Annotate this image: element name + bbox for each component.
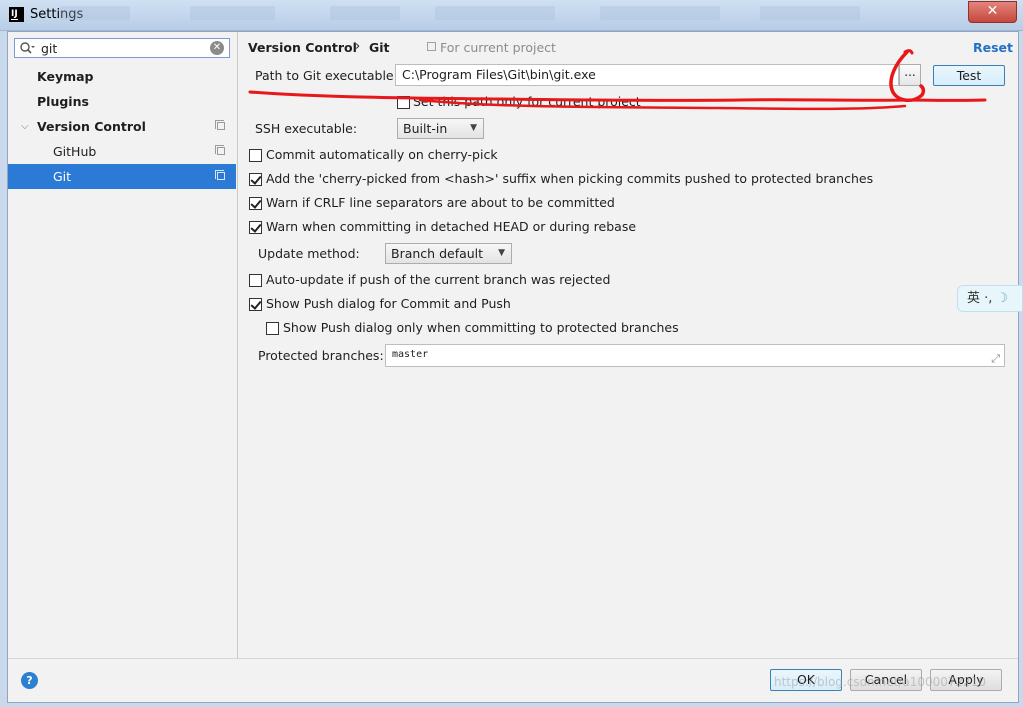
show-push-protected-label: Show Push dialog only when committing to… (283, 320, 679, 335)
warn-crlf-label: Warn if CRLF line separators are about t… (266, 195, 615, 210)
sidebar-item-label: Plugins (37, 94, 89, 109)
commit-on-cherry-pick-label: Commit automatically on cherry-pick (266, 147, 498, 162)
protected-branches-label: Protected branches: (258, 348, 384, 363)
search-icon (20, 42, 35, 54)
help-icon[interactable]: ? (21, 672, 38, 689)
sidebar-item-label: Git (53, 169, 72, 184)
expand-icon[interactable]: ⤢ (991, 349, 1000, 369)
sidebar-item-git[interactable]: Git (8, 164, 236, 189)
clear-search-icon[interactable]: ✕ (210, 41, 224, 55)
auto-update-label: Auto-update if push of the current branc… (266, 272, 611, 287)
chevron-down-icon: ▼ (470, 123, 477, 133)
show-push-dialog-label: Show Push dialog for Commit and Push (266, 296, 511, 311)
chevron-down-icon[interactable]: ⌵ (21, 114, 29, 139)
project-scope-icon (215, 170, 225, 180)
settings-search-input[interactable]: git ✕ (14, 38, 230, 58)
sidebar-item-version-control[interactable]: ⌵ Version Control (8, 114, 236, 139)
browse-button[interactable]: ... (899, 64, 921, 86)
warn-detached-head-checkbox[interactable] (249, 221, 262, 234)
sidebar-item-label: Version Control (37, 119, 146, 134)
background-editor-tabs (60, 4, 880, 24)
ime-text: 英 ·, (967, 291, 993, 306)
breadcrumb-separator: › (355, 39, 361, 54)
breadcrumb-parent: Version Control (248, 40, 357, 55)
git-path-label: Path to Git executable: (255, 68, 398, 83)
commit-on-cherry-pick-checkbox[interactable] (249, 149, 262, 162)
auto-update-checkbox[interactable] (249, 274, 262, 287)
protected-branches-value: master (392, 349, 429, 360)
ssh-executable-label: SSH executable: (255, 121, 358, 136)
settings-sidebar: git ✕ Keymap Plugins ⌵ Version Control G… (8, 32, 238, 658)
project-scope-icon (215, 145, 225, 155)
sidebar-item-plugins[interactable]: Plugins (8, 89, 236, 114)
show-push-dialog-checkbox[interactable] (249, 298, 262, 311)
git-settings-panel: Version Control › Git For current projec… (238, 32, 1018, 658)
update-method-select[interactable]: Branch default ▼ (385, 243, 512, 264)
search-value: git (41, 41, 58, 56)
sidebar-item-label: GitHub (53, 144, 97, 159)
watermark: https://blog.csdn.net/a1000072210 (774, 675, 987, 689)
warn-detached-head-label: Warn when committing in detached HEAD or… (266, 219, 637, 234)
project-scope-icon (427, 42, 436, 51)
ssh-executable-value: Built-in (403, 121, 448, 136)
breadcrumb-current: Git (369, 40, 390, 55)
warn-crlf-checkbox[interactable] (249, 197, 262, 210)
sidebar-item-keymap[interactable]: Keymap (8, 64, 236, 89)
window-close-button[interactable]: ✕ (968, 1, 1017, 23)
set-path-only-checkbox[interactable] (397, 96, 410, 109)
ime-status-widget[interactable]: 英 ·, ☽ (957, 285, 1023, 312)
title-bar: IJ Settings ✕ (0, 0, 1023, 31)
scope-text: For current project (440, 40, 556, 55)
project-scope-icon (215, 120, 225, 130)
protected-branches-input[interactable]: master ⤢ (385, 344, 1005, 367)
sidebar-item-github[interactable]: GitHub (8, 139, 236, 164)
sidebar-item-label: Keymap (37, 69, 94, 84)
show-push-protected-checkbox[interactable] (266, 322, 279, 335)
ssh-executable-select[interactable]: Built-in ▼ (397, 118, 484, 139)
intellij-logo-icon: IJ (9, 7, 24, 22)
cherry-picked-suffix-label: Add the 'cherry-picked from <hash>' suff… (266, 171, 874, 186)
git-path-input[interactable]: C:\Program Files\Git\bin\git.exe (395, 64, 899, 86)
settings-dialog: git ✕ Keymap Plugins ⌵ Version Control G… (7, 31, 1019, 703)
cherry-picked-suffix-checkbox[interactable] (249, 173, 262, 186)
update-method-value: Branch default (391, 246, 484, 261)
update-method-label: Update method: (258, 246, 360, 261)
footer-divider (8, 658, 1018, 659)
moon-icon: ☽ (996, 291, 1009, 306)
chevron-down-icon: ▼ (498, 248, 505, 258)
set-path-only-label: Set this path only for current project (413, 94, 641, 109)
test-button[interactable]: Test (933, 65, 1005, 86)
reset-link[interactable]: Reset (973, 40, 1013, 55)
